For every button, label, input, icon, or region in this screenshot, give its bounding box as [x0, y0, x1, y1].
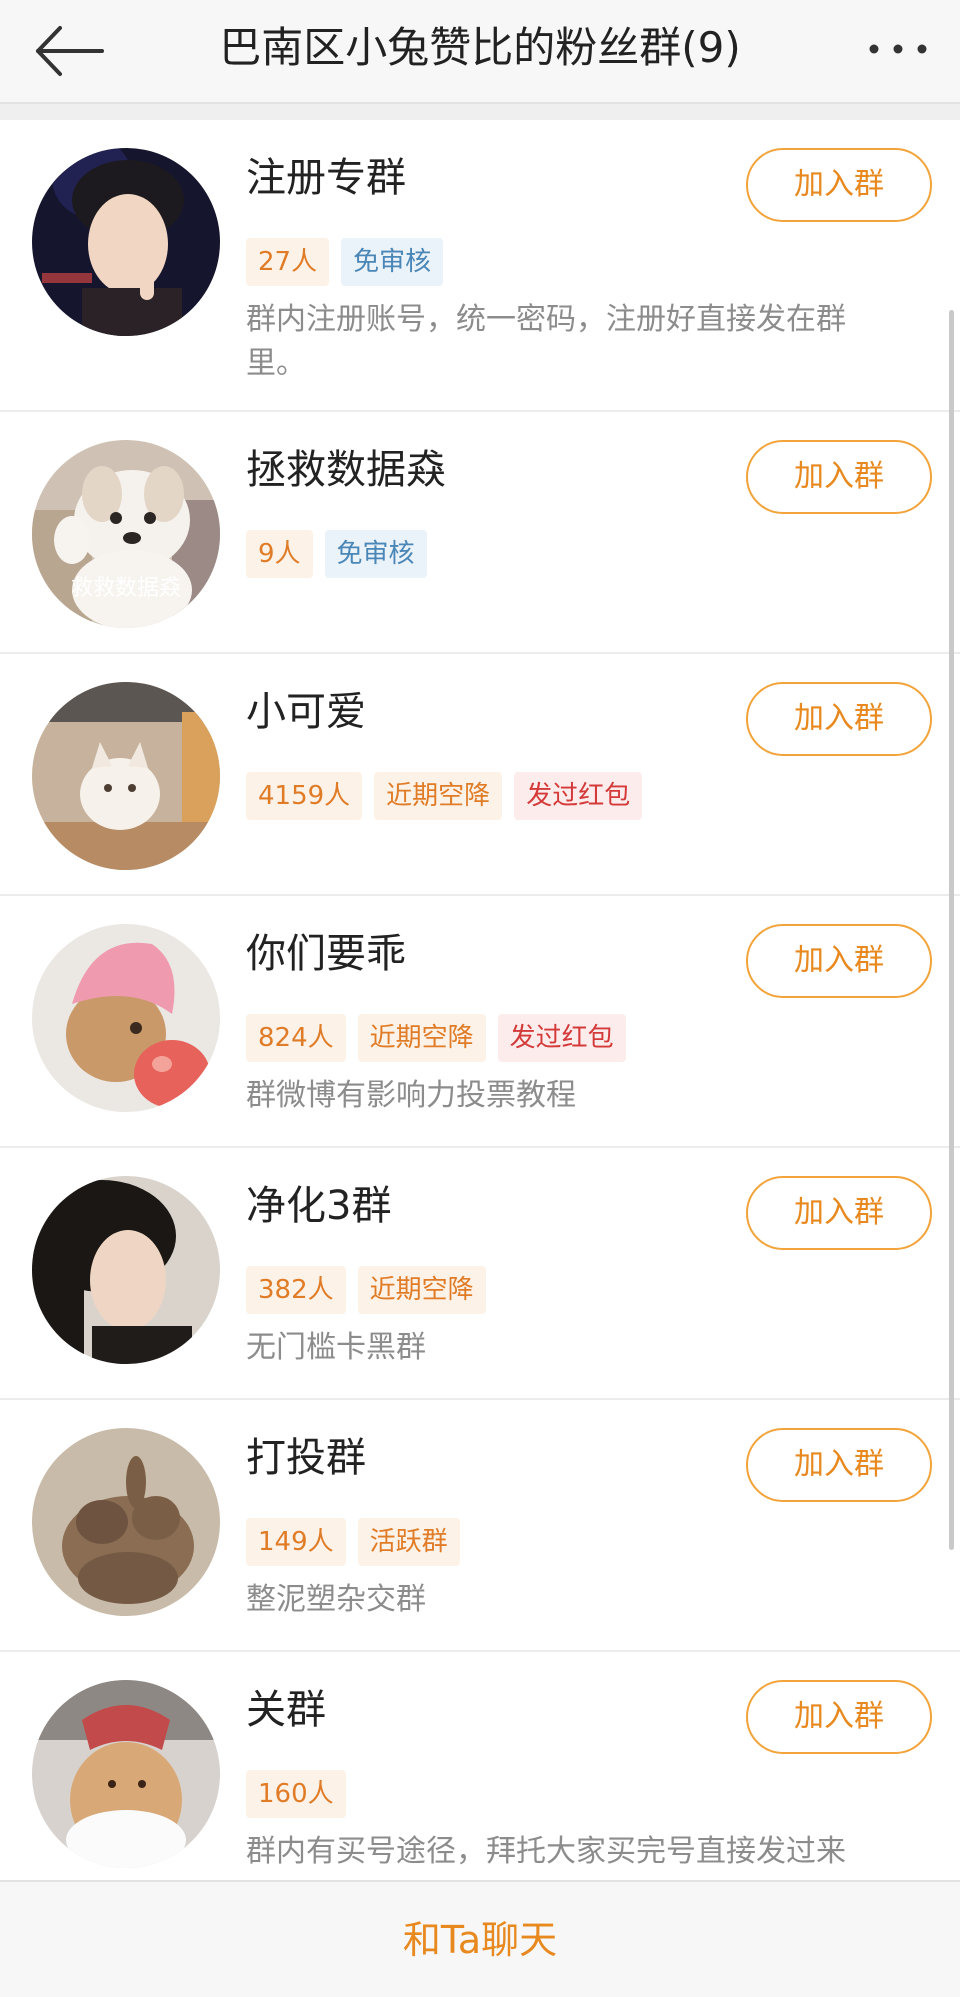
member-count-badge: 9人	[246, 530, 313, 578]
group-row[interactable]: 关群 160人 群内有买号途径，拜托大家买完号直接发过来 加入群	[0, 1652, 960, 1880]
group-avatar	[32, 148, 220, 336]
group-avatar	[32, 1176, 220, 1364]
more-dots-icon	[869, 44, 927, 54]
no-review-badge: 免审核	[341, 238, 444, 286]
group-name: 打投群	[246, 1435, 366, 1481]
more-button[interactable]	[856, 22, 936, 76]
join-group-button[interactable]: 加入群	[746, 148, 932, 222]
group-row[interactable]: 净化3群 382人 近期空降 无门槛卡黑群 加入群	[0, 1148, 960, 1400]
group-tags: 382人 近期空降	[246, 1266, 486, 1314]
arrow-left-icon	[36, 26, 104, 76]
group-row[interactable]: 救救数据猋 拯救数据猋 9人 免审核 加入群	[0, 412, 960, 654]
member-count-badge: 382人	[246, 1266, 346, 1314]
group-avatar	[32, 1680, 220, 1868]
header-divider	[0, 104, 960, 120]
group-description: 整泥塑杂交群	[246, 1582, 426, 1617]
page-title: 巴南区小兔赞比的粉丝群(9)	[219, 23, 741, 72]
join-group-button[interactable]: 加入群	[746, 924, 932, 998]
group-description: 群微博有影响力投票教程	[246, 1078, 576, 1113]
group-tags: 9人 免审核	[246, 530, 427, 578]
join-group-button[interactable]: 加入群	[746, 440, 932, 514]
bottom-action-bar: 和Ta聊天	[0, 1880, 960, 1997]
group-tags: 4159人 近期空降 发过红包	[246, 772, 643, 820]
group-tags: 824人 近期空降 发过红包	[246, 1014, 626, 1062]
recent-airdrop-badge: 近期空降	[374, 772, 503, 820]
chat-with-ta-button[interactable]: 和Ta聊天	[280, 1900, 680, 1980]
group-tags: 160人	[246, 1770, 346, 1818]
fan-group-list: 注册专群 27人 免审核 群内注册账号，统一密码，注册好直接发在群 里。 加入群	[0, 120, 960, 1880]
group-avatar	[32, 924, 220, 1112]
member-count-badge: 149人	[246, 1518, 346, 1566]
member-count-badge: 27人	[246, 238, 330, 286]
group-row[interactable]: 小可爱 4159人 近期空降 发过红包 加入群	[0, 654, 960, 896]
join-group-button[interactable]: 加入群	[746, 1428, 932, 1502]
recent-airdrop-badge: 近期空降	[357, 1266, 486, 1314]
active-group-badge: 活跃群	[357, 1518, 460, 1566]
red-packet-badge: 发过红包	[514, 772, 643, 820]
scrollbar[interactable]	[949, 310, 954, 1550]
group-row[interactable]: 打投群 149人 活跃群 整泥塑杂交群 加入群	[0, 1400, 960, 1652]
member-count-badge: 160人	[246, 1770, 346, 1818]
group-name: 小可爱	[246, 689, 366, 735]
group-name: 关群	[246, 1687, 326, 1733]
member-count-badge: 824人	[246, 1014, 346, 1062]
no-review-badge: 免审核	[324, 530, 427, 578]
group-tags: 149人 活跃群	[246, 1518, 460, 1566]
group-description: 群内注册账号，统一密码，注册好直接发在群 里。	[246, 302, 846, 381]
member-count-badge: 4159人	[246, 772, 363, 820]
group-description: 无门槛卡黑群	[246, 1330, 426, 1365]
group-avatar	[32, 682, 220, 870]
group-row[interactable]: 注册专群 27人 免审核 群内注册账号，统一密码，注册好直接发在群 里。 加入群	[0, 120, 960, 412]
group-name: 拯救数据猋	[246, 447, 446, 493]
join-group-button[interactable]: 加入群	[746, 1680, 932, 1754]
group-description: 群内有买号途径，拜托大家买完号直接发过来	[246, 1834, 846, 1869]
top-navigation-bar: 巴南区小兔赞比的粉丝群(9)	[0, 0, 960, 104]
red-packet-badge: 发过红包	[497, 1014, 626, 1062]
group-avatar	[32, 1428, 220, 1616]
group-avatar: 救救数据猋	[32, 440, 220, 628]
group-name: 你们要乖	[246, 931, 406, 977]
avatar-caption: 救救数据猋	[70, 576, 181, 601]
group-name: 净化3群	[246, 1183, 392, 1229]
group-row[interactable]: 你们要乖 824人 近期空降 发过红包 群微博有影响力投票教程 加入群	[0, 896, 960, 1148]
join-group-button[interactable]: 加入群	[746, 1176, 932, 1250]
group-tags: 27人 免审核	[246, 238, 444, 286]
group-name: 注册专群	[246, 155, 406, 201]
join-group-button[interactable]: 加入群	[746, 682, 932, 756]
recent-airdrop-badge: 近期空降	[357, 1014, 486, 1062]
back-button[interactable]	[30, 14, 110, 88]
